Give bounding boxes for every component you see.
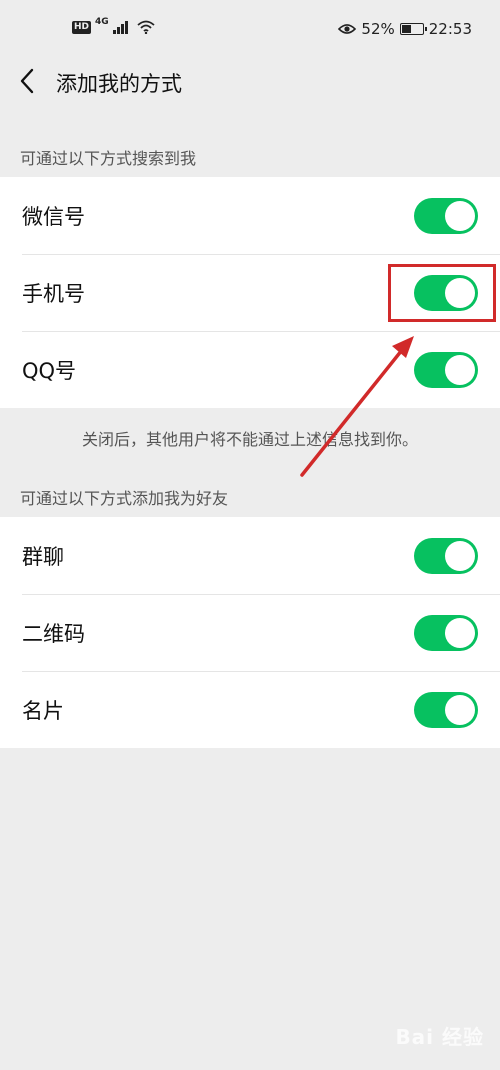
watermark: Bai 经验	[395, 1025, 484, 1049]
annotation-arrow-icon	[300, 336, 414, 477]
